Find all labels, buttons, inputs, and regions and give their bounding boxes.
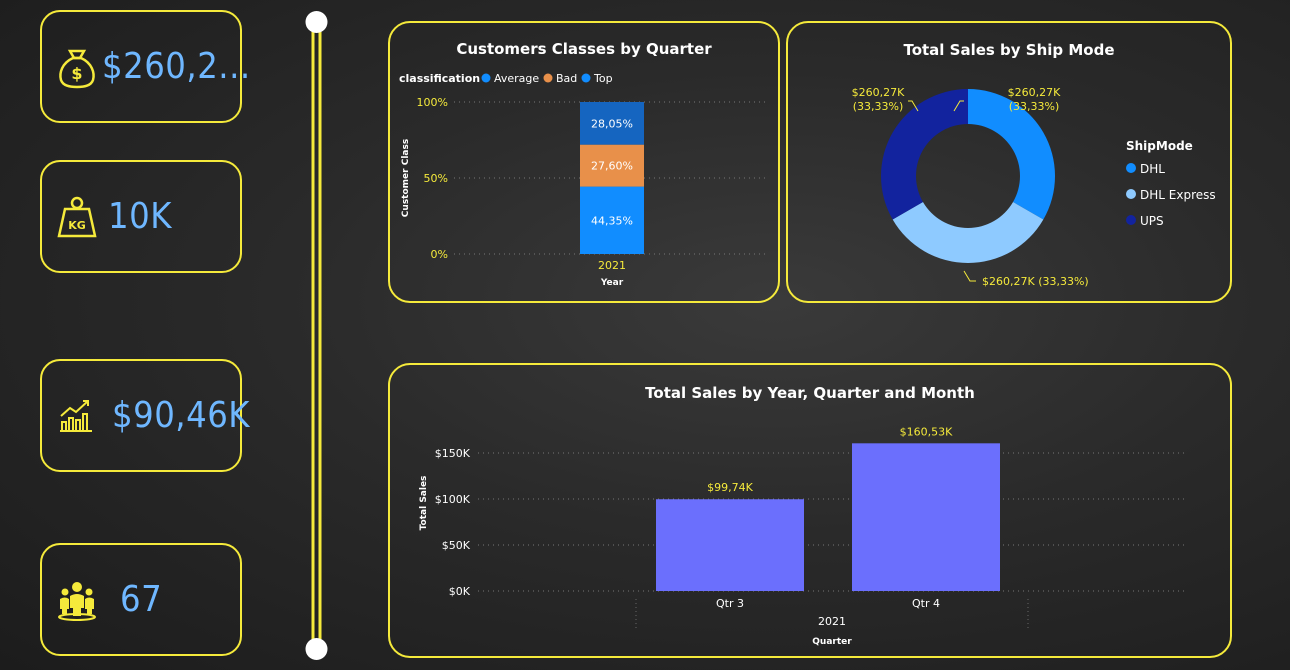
sales-by-quarter-chart: $150K $100K $50K $0K Total Sales $99,74K… [419,425,1188,647]
ship-mode-chart: $260,27K (33,33%) $260,27K (33,33%) $260… [852,86,1216,288]
kpi-profit-card: $90,46K [40,359,250,472]
customer-class-chart: classification Average Bad Top 100% 50% … [399,72,768,288]
legend-bad-label: Bad [556,72,577,85]
stack-label-average: 44,35% [591,214,633,227]
x-category-2021: 2021 [598,259,626,272]
x-category-qtr-4: Qtr 4 [912,597,940,610]
growth-chart-icon [60,399,92,432]
customer-class-panel: Customers Classes by Quarter classificat… [388,21,780,303]
legend-top-label: Top [593,72,613,85]
legend-dhl-express-label: DHL Express [1140,188,1216,202]
donut-label-ups-pct: (33,33%) [853,100,904,113]
bar-qtr-3[interactable] [656,499,804,591]
legend-average[interactable]: Average [481,72,540,85]
bar-qtr-4[interactable] [852,443,1000,591]
legend-dhl-express[interactable]: DHL Express [1126,188,1216,202]
customer-class-xlabel: Year [600,278,624,288]
svg-text:$: $ [71,64,82,83]
legend-bad[interactable]: Bad [543,72,578,85]
legend-average-label: Average [494,72,539,85]
kpi-profit-value: $90,46K [112,395,251,436]
money-bag-icon: $ [59,49,95,88]
weight-kg-icon: KG [57,196,97,237]
divider-bottom-knob[interactable] [305,638,328,660]
legend-dhl[interactable]: DHL [1126,162,1165,176]
ship-mode-panel: Total Sales by Ship Mode $260,27K (33,33… [786,21,1232,303]
kpi-total-sales-value: $260,2... [102,46,251,87]
y-tick-100: 100% [417,96,448,109]
vertical-divider [305,11,328,660]
kpi-weight-card: KG 10K [40,160,242,273]
customer-class-ylabel: Customer Class [401,139,411,217]
stack-label-top: 28,05% [591,117,633,130]
legend-ups[interactable]: UPS [1126,214,1164,228]
donut-slice-dhl-express[interactable] [892,202,1044,263]
donut-label-dhl-value: $260,27K [1008,86,1061,99]
y-tick-0k: $0K [449,585,471,598]
kpi-weight-value: 10K [108,196,172,237]
donut-label-ups-value: $260,27K [852,86,905,99]
kpi-total-sales-card: $ $260,2... [40,10,250,123]
y-tick-0: 0% [431,248,448,261]
y-tick-50: 50% [424,172,448,185]
sales-xlabel: Quarter [812,637,852,647]
legend-top[interactable]: Top [581,72,613,85]
donut-label-dhl-express: $260,27K (33,33%) [982,275,1089,288]
legend-dhl-label: DHL [1140,162,1165,176]
sales-ylabel: Total Sales [419,476,429,531]
svg-text:KG: KG [68,219,86,232]
divider-top-knob[interactable] [305,11,328,33]
kpi-customers-card: 67 [40,543,242,656]
y-tick-50k: $50K [442,539,471,552]
y-tick-100k: $100K [435,493,471,506]
x-category-qtr-3: Qtr 3 [716,597,744,610]
x-year-2021: 2021 [818,615,846,628]
kpi-customers-value: 67 [120,579,163,620]
bar-value-label-1: $99,74K [707,481,753,494]
ship-mode-legend-title: ShipMode [1126,139,1193,153]
stack-label-bad: 27,60% [591,160,633,173]
bar-value-label-2: $160,53K [900,425,953,438]
sales-by-quarter-panel: Total Sales by Year, Quarter and Month $… [388,363,1232,658]
legend-ups-label: UPS [1140,214,1164,228]
people-group-icon [58,581,96,621]
y-tick-150k: $150K [435,447,471,460]
customer-class-legend-title: classification [399,72,480,85]
donut-label-dhl-pct: (33,33%) [1009,100,1060,113]
